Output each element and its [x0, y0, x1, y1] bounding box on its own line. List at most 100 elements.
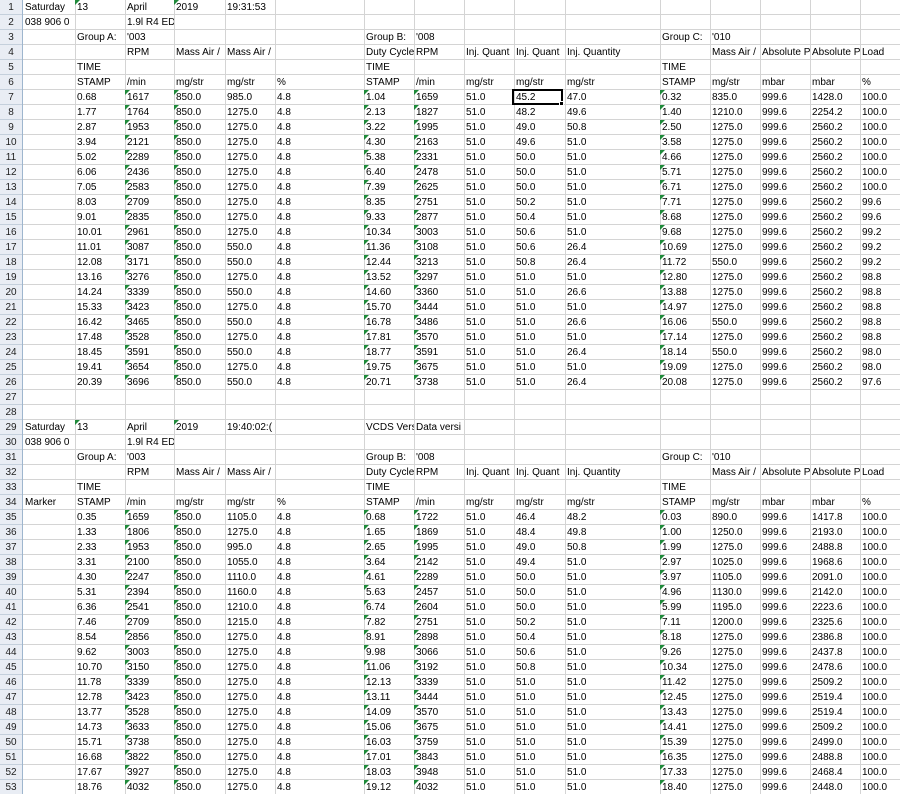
cell-c[interactable]: 3339: [125, 285, 174, 300]
cell-c[interactable]: 3591: [125, 345, 174, 360]
cell-f2[interactable]: 17.01: [364, 750, 414, 765]
row-number[interactable]: 51: [0, 750, 22, 765]
cell-e[interactable]: 1275.0: [225, 675, 275, 690]
cell-h[interactable]: 51.0: [464, 765, 514, 780]
row-number[interactable]: 12: [0, 165, 22, 180]
cell-f2[interactable]: 19.12: [364, 780, 414, 794]
row-number[interactable]: 37: [0, 540, 22, 555]
cell-k[interactable]: 10.34: [660, 660, 710, 675]
cell-l[interactable]: 1275.0: [710, 720, 760, 735]
cell-n[interactable]: 1968.6: [810, 555, 860, 570]
cell-j[interactable]: 51.0: [565, 270, 660, 285]
cell-j[interactable]: 51.0: [565, 750, 660, 765]
cell-h[interactable]: 51.0: [464, 255, 514, 270]
cell-a[interactable]: Saturday: [23, 0, 75, 15]
cell-j[interactable]: 51.0: [565, 330, 660, 345]
cell-e[interactable]: mg/str: [225, 495, 275, 510]
cell-o[interactable]: 98.8: [860, 285, 900, 300]
cell-b[interactable]: 0.35: [75, 510, 125, 525]
cell-b[interactable]: 8.03: [75, 195, 125, 210]
cell-d[interactable]: 850.0: [174, 360, 225, 375]
cell-ep[interactable]: 4.8: [275, 315, 364, 330]
cell-o[interactable]: 100.0: [860, 705, 900, 720]
cell-j[interactable]: 51.0: [565, 675, 660, 690]
cell-h[interactable]: Inj. Quant: [464, 45, 514, 60]
cell-m[interactable]: 999.6: [760, 315, 810, 330]
cell-k[interactable]: 13.88: [660, 285, 710, 300]
cell-c[interactable]: 2961: [125, 225, 174, 240]
cell-d[interactable]: 850.0: [174, 585, 225, 600]
cell-l[interactable]: 1275.0: [710, 630, 760, 645]
cell-i[interactable]: 51.0: [514, 780, 565, 794]
cell-b[interactable]: 16.42: [75, 315, 125, 330]
cell-l[interactable]: 1250.0: [710, 525, 760, 540]
cell-n[interactable]: mbar: [810, 75, 860, 90]
cell-l[interactable]: 1275.0: [710, 180, 760, 195]
cell-k[interactable]: STAMP: [660, 75, 710, 90]
cell-m[interactable]: 999.6: [760, 285, 810, 300]
cell-ep[interactable]: 4.8: [275, 555, 364, 570]
cell-c[interactable]: 3150: [125, 660, 174, 675]
cell-m[interactable]: 999.6: [760, 210, 810, 225]
cell-n[interactable]: Absolute P: [810, 465, 860, 480]
row-number[interactable]: 17: [0, 240, 22, 255]
cell-g2[interactable]: RPM: [414, 45, 464, 60]
cell-k[interactable]: 17.14: [660, 330, 710, 345]
cell-f2[interactable]: 2.13: [364, 105, 414, 120]
cell-h[interactable]: 51.0: [464, 585, 514, 600]
cell-h[interactable]: 51.0: [464, 780, 514, 794]
cell-c[interactable]: April: [125, 420, 174, 435]
cell-k[interactable]: 5.99: [660, 600, 710, 615]
row-number[interactable]: 39: [0, 570, 22, 585]
cell-j[interactable]: 51.0: [565, 195, 660, 210]
cell-i[interactable]: 46.4: [514, 510, 565, 525]
cell-m[interactable]: 999.6: [760, 270, 810, 285]
cell-k[interactable]: 2.97: [660, 555, 710, 570]
cell-k[interactable]: 8.68: [660, 210, 710, 225]
cell-i[interactable]: 50.2: [514, 615, 565, 630]
cell-k[interactable]: 16.06: [660, 315, 710, 330]
cell-l[interactable]: 1025.0: [710, 555, 760, 570]
cell-f2[interactable]: 10.34: [364, 225, 414, 240]
cell-d[interactable]: 2019: [174, 420, 225, 435]
cell-m[interactable]: 999.6: [760, 540, 810, 555]
cell-e[interactable]: 1275.0: [225, 105, 275, 120]
cell-k[interactable]: Group C:: [660, 30, 710, 45]
cell-h[interactable]: 51.0: [464, 690, 514, 705]
cell-k[interactable]: 11.42: [660, 675, 710, 690]
cell-l[interactable]: 835.0: [710, 90, 760, 105]
cell-o[interactable]: 98.8: [860, 330, 900, 345]
cell-j[interactable]: 51.0: [565, 690, 660, 705]
cell-n[interactable]: 2560.2: [810, 375, 860, 390]
cell-h[interactable]: 51.0: [464, 90, 514, 105]
cell-ep[interactable]: 4.8: [275, 540, 364, 555]
cell-o[interactable]: 100.0: [860, 645, 900, 660]
cell-f2[interactable]: 13.11: [364, 690, 414, 705]
cell-o[interactable]: 100.0: [860, 660, 900, 675]
row-number[interactable]: 47: [0, 690, 22, 705]
cell-n[interactable]: 2560.2: [810, 150, 860, 165]
cell-b[interactable]: 10.01: [75, 225, 125, 240]
cell-c[interactable]: 1764: [125, 105, 174, 120]
cell-b[interactable]: 12.78: [75, 690, 125, 705]
cell-h[interactable]: 51.0: [464, 570, 514, 585]
cell-b[interactable]: 11.78: [75, 675, 125, 690]
cell-ep[interactable]: 4.8: [275, 585, 364, 600]
cell-n[interactable]: 2560.2: [810, 180, 860, 195]
cell-h[interactable]: 51.0: [464, 240, 514, 255]
cell-n[interactable]: 2386.8: [810, 630, 860, 645]
cell-b[interactable]: 9.01: [75, 210, 125, 225]
cell-n[interactable]: 1428.0: [810, 90, 860, 105]
cell-g2[interactable]: 3066: [414, 645, 464, 660]
cell-k[interactable]: 4.66: [660, 150, 710, 165]
cell-g2[interactable]: 3675: [414, 360, 464, 375]
cell-e[interactable]: 1275.0: [225, 180, 275, 195]
cell-m[interactable]: 999.6: [760, 615, 810, 630]
cell-b[interactable]: 6.06: [75, 165, 125, 180]
cell-l[interactable]: mg/str: [710, 75, 760, 90]
cell-m[interactable]: 999.6: [760, 780, 810, 794]
cell-n[interactable]: 2560.2: [810, 240, 860, 255]
row-number[interactable]: 19: [0, 270, 22, 285]
row-number[interactable]: 28: [0, 405, 22, 420]
cell-o[interactable]: 100.0: [860, 555, 900, 570]
